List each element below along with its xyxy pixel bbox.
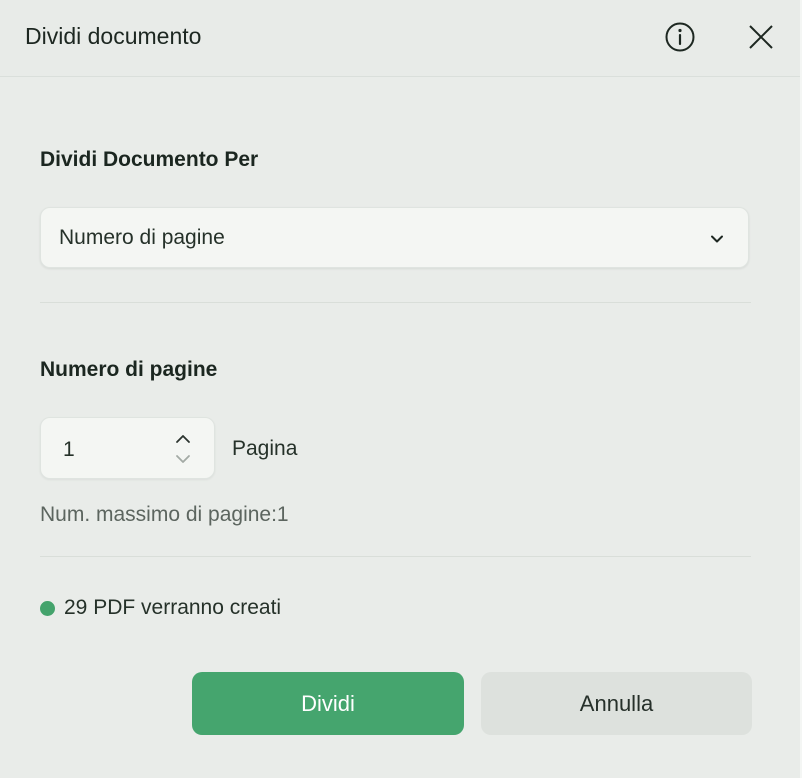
dialog-title: Dividi documento (25, 23, 202, 49)
status-text: 29 PDF verranno creati (64, 596, 282, 619)
max-pages-hint: Num. massimo di pagine:1 (40, 503, 289, 526)
status-message: 29 PDF verranno creati (40, 596, 281, 620)
split-by-select[interactable]: Numero di pagine (40, 207, 749, 268)
chevron-down-icon[interactable] (175, 452, 191, 464)
split-document-dialog: Dividi documento Dividi Documento Per Nu… (0, 0, 802, 778)
pages-unit-label: Pagina (232, 437, 298, 460)
split-button[interactable]: Dividi (192, 672, 464, 735)
pages-stepper-value: 1 (63, 438, 75, 461)
cancel-button[interactable]: Annulla (481, 672, 752, 735)
chevron-down-icon (709, 231, 725, 247)
dialog-header: Dividi documento (0, 0, 802, 77)
status-dot-icon (40, 600, 55, 616)
split-by-selected-value: Numero di pagine (59, 226, 225, 249)
pages-stepper[interactable]: 1 (40, 417, 215, 479)
chevron-up-icon[interactable] (175, 432, 191, 444)
divider (40, 556, 751, 557)
split-by-label: Dividi Documento Per (40, 148, 259, 171)
close-icon[interactable] (743, 19, 779, 55)
divider (40, 302, 751, 303)
pages-label: Numero di pagine (40, 358, 218, 381)
info-icon[interactable] (662, 19, 698, 55)
